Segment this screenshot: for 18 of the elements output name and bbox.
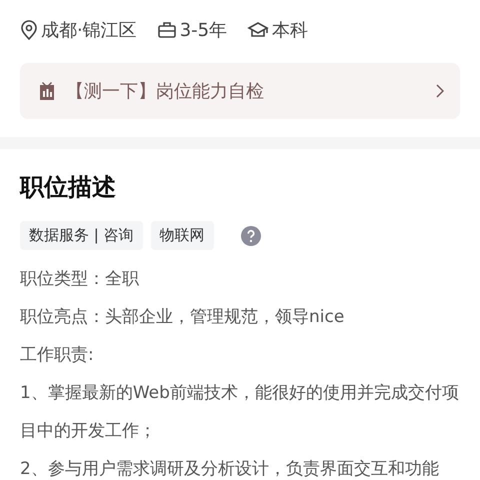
industry-tag: 数据服务 | 咨询	[20, 221, 143, 250]
briefcase-icon	[156, 21, 177, 39]
chevron-right-icon	[435, 84, 444, 98]
location-pin-icon	[20, 20, 38, 40]
description-text: 2、参与用户需求调研及分析设计，负责界面交互和功能	[20, 458, 440, 480]
meta-text: 成都·锦江区	[41, 19, 137, 42]
section-title: 职位描述	[20, 172, 117, 203]
description-text: 职位亮点：头部企业，管理规范，领导nice	[20, 306, 346, 329]
description-text: 工作职责:	[20, 344, 95, 367]
help-icon[interactable]	[240, 226, 261, 246]
chart-icon	[38, 82, 56, 100]
graduation-cap-icon	[247, 21, 270, 39]
meta-text: 本科	[272, 19, 308, 42]
self-check-card[interactable]: 【测一下】岗位能力自检	[20, 63, 460, 119]
meta-text: 3-5年	[180, 19, 228, 42]
description-text: 1、掌握最新的Web前端技术，能很好的使用并完成交付项目中的开发工作；	[20, 382, 460, 443]
industry-tag: 物联网	[150, 221, 214, 250]
description-text: 职位类型：全职	[20, 268, 140, 291]
